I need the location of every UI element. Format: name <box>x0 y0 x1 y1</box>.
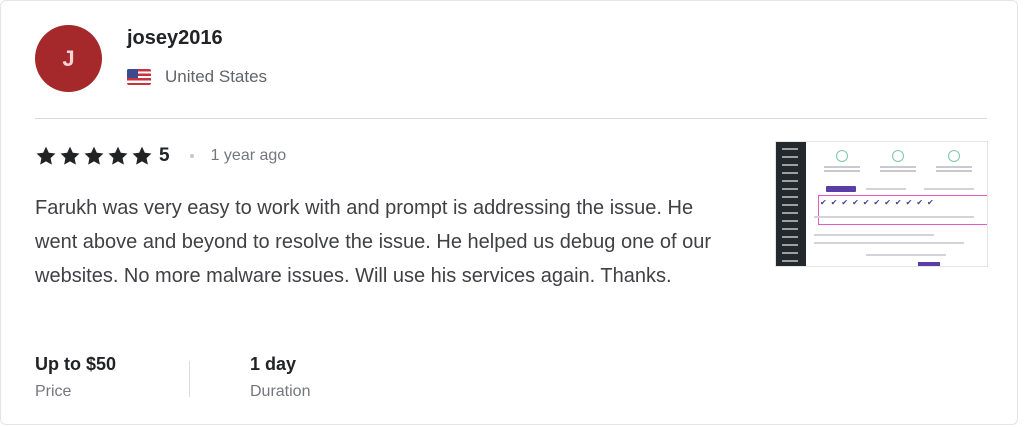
duration-label: Duration <box>250 383 311 400</box>
price-value: Up to $50 <box>35 354 117 374</box>
duration-stat: 1 day Duration <box>250 353 310 401</box>
star-icon <box>107 145 129 167</box>
reviewer-country: United States <box>127 67 267 87</box>
reviewer-username[interactable]: josey2016 <box>127 27 223 50</box>
country-label: United States <box>165 67 268 86</box>
review-time-ago: 1 year ago <box>210 147 287 164</box>
stat-divider <box>189 361 190 397</box>
duration-value: 1 day <box>250 354 297 374</box>
review-image-thumbnail[interactable]: ✔✔✔✔✔✔✔✔✔✔✔ <box>775 141 988 267</box>
star-icon <box>83 145 105 167</box>
review-text: Farukh was very easy to work with and pr… <box>35 197 712 287</box>
star-icon <box>59 145 81 167</box>
star-rating <box>35 145 155 167</box>
rating-row: 5 1 year ago <box>35 143 286 169</box>
separator-dot <box>189 154 194 158</box>
review-card: J josey2016 United States 5 1 year ago F… <box>0 0 1018 425</box>
star-icon <box>35 145 57 167</box>
thumbnail-content: ✔✔✔✔✔✔✔✔✔✔✔ <box>806 142 987 266</box>
avatar[interactable]: J <box>35 25 102 92</box>
us-flag-icon <box>127 69 151 85</box>
price-label: Price <box>35 383 72 400</box>
thumbnail-sidebar <box>776 142 806 266</box>
price-stat: Up to $50 Price <box>35 353 116 401</box>
header-divider <box>35 118 987 119</box>
avatar-initial: J <box>62 45 75 71</box>
rating-value: 5 <box>159 145 170 166</box>
star-icon <box>131 145 153 167</box>
